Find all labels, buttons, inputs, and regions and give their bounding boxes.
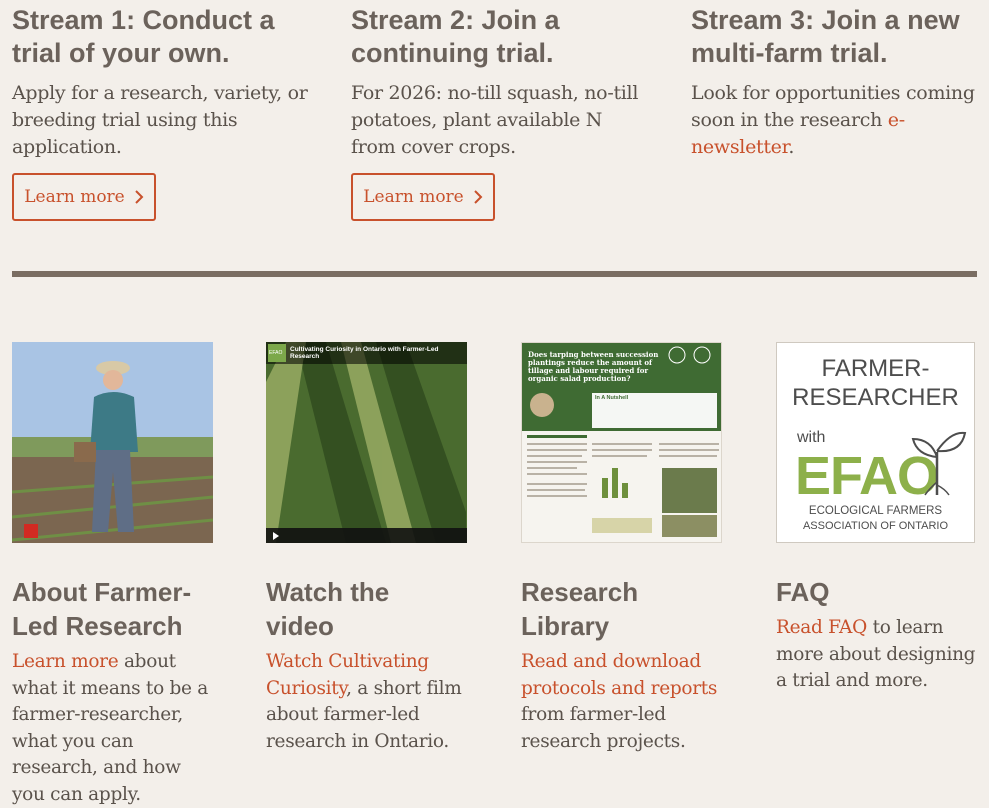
farmer-field-image [12, 342, 213, 543]
card-about-text: Learn more about what it means to be a f… [12, 649, 217, 808]
card-video-title: Watch the video [266, 577, 390, 641]
card-about: About Farmer- Led Research Learn more ab… [12, 342, 217, 808]
stream-2-text: For 2026: no-till squash, no-till potato… [351, 82, 639, 158]
learn-more-link[interactable]: Learn more [12, 651, 119, 672]
stream-1-text: Apply for a research, variety, or breedi… [12, 82, 308, 158]
stream-1-button-label: Learn more [24, 187, 125, 207]
card-library: Does tarping between succession planting… [521, 342, 726, 755]
efao-logo-thumbnail[interactable]: FARMER- RESEARCHER with EFAO ECOLOGICAL … [776, 342, 975, 543]
stream-2: Stream 2: Join a continuing trial. For 2… [351, 0, 651, 161]
farmer-photo-thumbnail[interactable] [12, 342, 213, 543]
stream-3-text-before: Look for opportunities coming soon in th… [691, 82, 975, 131]
card-faq-text: Read FAQ to learn more about designing a… [776, 615, 976, 695]
card-library-text: Read and download protocols and reports … [521, 649, 726, 755]
play-icon[interactable] [266, 528, 286, 543]
stream-3-text-after: . [788, 136, 795, 158]
logo-org2: ASSOCIATION OF ONTARIO [802, 520, 949, 532]
stream-3-text: Look for opportunities coming soon in th… [691, 80, 981, 161]
stream-2-title: Stream 2: Join a continuing trial. [351, 5, 560, 68]
card-faq: FARMER- RESEARCHER with EFAO ECOLOGICAL … [776, 342, 981, 695]
card-about-title: About Farmer- Led Research [12, 577, 192, 641]
section-divider [12, 271, 977, 277]
logo-line1: FARMER- [821, 355, 930, 382]
research-report-thumbnail[interactable]: Does tarping between succession planting… [521, 342, 722, 543]
chevron-right-icon [135, 190, 144, 204]
streams-section: Stream 1: Conduct a trial of your own. A… [0, 0, 989, 260]
stream-2-button-label: Learn more [363, 187, 464, 207]
stream-1: Stream 1: Conduct a trial of your own. A… [12, 0, 312, 161]
logo-org1: ECOLOGICAL FARMERS [808, 505, 943, 517]
card-library-desc: from farmer-led research projects. [521, 704, 686, 752]
card-faq-title: FAQ [776, 577, 830, 607]
stream-2-learn-more-button[interactable]: Learn more [351, 173, 495, 221]
video-title-overlay: Cultivating Curiosity in Ontario with Fa… [290, 346, 439, 360]
card-video-text: Watch Cultivating Curiosity, a short fil… [266, 649, 471, 755]
report-nutshell: In A Nutshell [595, 395, 629, 401]
stream-3-title: Stream 3: Join a new multi-farm trial. [691, 5, 960, 68]
sprout-icon [911, 431, 967, 496]
stream-1-learn-more-button[interactable]: Learn more [12, 173, 156, 221]
logo-line2: RESEARCHER [792, 384, 959, 411]
card-video: Cultivating Curiosity in Ontario with Fa… [266, 342, 471, 755]
logo-with: with [797, 429, 826, 446]
read-download-link[interactable]: Read and download protocols and reports [521, 651, 717, 699]
stream-1-title: Stream 1: Conduct a trial of your own. [12, 5, 275, 68]
video-badge: EFAO [269, 350, 283, 356]
stream-3: Stream 3: Join a new multi-farm trial. L… [691, 0, 981, 161]
report-heading: Does tarping between succession planting… [528, 350, 659, 383]
read-faq-link[interactable]: Read FAQ [776, 617, 867, 638]
card-about-desc: about what it means to be a farmer-resea… [12, 651, 208, 805]
chevron-right-icon [474, 190, 483, 204]
card-library-title: Research Library [521, 577, 639, 641]
video-thumbnail[interactable]: Cultivating Curiosity in Ontario with Fa… [266, 342, 467, 543]
video-frame-image [266, 342, 467, 543]
